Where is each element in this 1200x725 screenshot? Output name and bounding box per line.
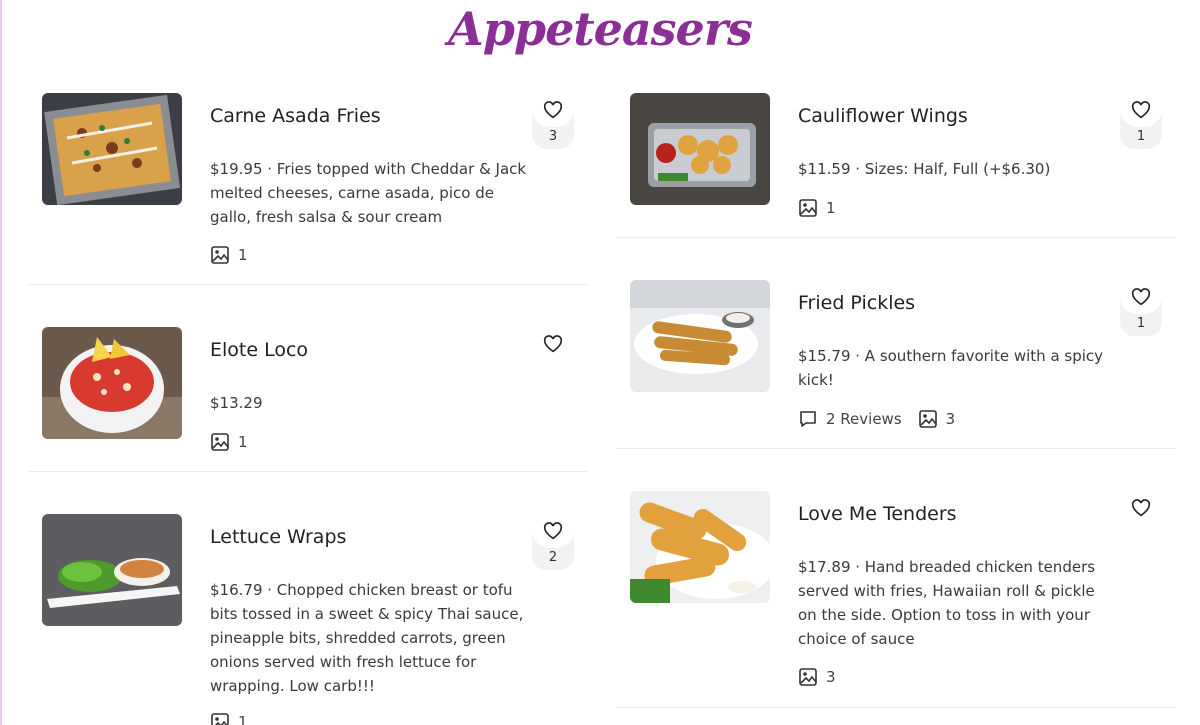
item-meta: 1 — [210, 712, 248, 725]
card-divider — [616, 237, 1176, 238]
item-photo[interactable] — [42, 514, 182, 626]
item-meta: 1 — [210, 245, 248, 265]
favorite-button[interactable] — [532, 327, 574, 361]
photo-count[interactable]: 1 — [210, 712, 248, 725]
image-icon — [799, 668, 817, 686]
item-name[interactable]: Love Me Tenders — [798, 503, 957, 525]
item-meta: 1 — [798, 198, 836, 218]
photo-count-value: 3 — [826, 668, 836, 686]
image-icon — [211, 713, 229, 725]
favorite-count: 1 — [1136, 129, 1146, 144]
menu-item-card[interactable]: Elote Loco $13.29 1 — [28, 327, 588, 472]
menu-item-card[interactable]: Carne Asada Fries $19.95 · Fries topped … — [28, 93, 588, 285]
item-meta: 2 Reviews 3 — [798, 409, 955, 429]
menu-item-card[interactable]: Cauliflower Wings $11.59 · Sizes: Half, … — [616, 93, 1176, 238]
menu-item-card[interactable]: Lettuce Wraps $16.79 · Chopped chicken b… — [28, 514, 588, 725]
item-description: $17.89 · Hand breaded chicken tenders se… — [798, 558, 1096, 648]
item-description: $15.79 · A southern favorite with a spic… — [798, 347, 1104, 389]
photo-count-value: 1 — [826, 199, 836, 217]
item-meta: 3 — [798, 667, 836, 687]
photo-count[interactable]: 3 — [798, 667, 836, 687]
heart-icon — [543, 101, 563, 119]
photo-count[interactable]: 1 — [210, 432, 248, 452]
menu-item-card[interactable]: Fried Pickles $15.79 · A southern favori… — [616, 280, 1176, 449]
image-icon — [211, 246, 229, 264]
photo-count-value: 1 — [238, 713, 248, 725]
item-name[interactable]: Lettuce Wraps — [210, 526, 346, 548]
item-description: $16.79 · Chopped chicken breast or tofu … — [210, 581, 524, 695]
card-divider — [28, 284, 588, 285]
left-border — [0, 0, 2, 725]
photo-count[interactable]: 1 — [798, 198, 836, 218]
item-photo[interactable] — [630, 491, 770, 603]
comment-icon — [800, 411, 816, 427]
item-photo[interactable] — [630, 93, 770, 205]
card-divider — [28, 471, 588, 472]
photo-count[interactable]: 3 — [918, 409, 956, 429]
page-title: Appeteasers — [448, 2, 753, 56]
photo-count-value: 3 — [945, 410, 956, 428]
item-description: $19.95 · Fries topped with Cheddar & Jac… — [210, 160, 527, 226]
review-count[interactable]: 2 Reviews — [798, 409, 902, 429]
item-description: $11.59 · Sizes: Half, Full (+$6.30) — [798, 160, 1051, 178]
item-photo[interactable] — [42, 93, 182, 205]
item-meta: 1 — [210, 432, 248, 452]
item-name[interactable]: Cauliflower Wings — [798, 105, 968, 127]
item-description: $13.29 — [210, 394, 263, 412]
photo-count-value: 1 — [238, 433, 248, 451]
item-name[interactable]: Elote Loco — [210, 339, 308, 361]
image-icon — [799, 199, 817, 217]
card-divider — [616, 448, 1176, 449]
image-icon — [918, 410, 937, 428]
heart-icon — [1131, 499, 1151, 517]
heart-icon — [1131, 288, 1151, 306]
favorite-button[interactable]: 1 — [1120, 93, 1162, 149]
menu-item-card[interactable]: Love Me Tenders $17.89 · Hand breaded ch… — [616, 491, 1176, 708]
favorite-count: 2 — [548, 550, 558, 565]
photo-count-value: 1 — [238, 246, 248, 264]
item-name[interactable]: Carne Asada Fries — [210, 105, 381, 127]
item-photo[interactable] — [42, 327, 182, 439]
item-name[interactable]: Fried Pickles — [798, 292, 915, 314]
item-photo[interactable] — [630, 280, 770, 392]
heart-icon — [1131, 101, 1151, 119]
card-divider — [616, 707, 1176, 708]
favorite-button[interactable] — [1120, 491, 1162, 525]
heart-icon — [543, 335, 563, 353]
favorite-button[interactable]: 1 — [1120, 280, 1162, 336]
photo-count[interactable]: 1 — [210, 245, 248, 265]
review-count-value: 2 Reviews — [826, 410, 902, 428]
heart-icon — [543, 522, 563, 540]
favorite-count: 1 — [1136, 316, 1146, 331]
image-icon — [211, 433, 229, 451]
favorite-button[interactable]: 3 — [532, 93, 574, 149]
favorite-button[interactable]: 2 — [532, 514, 574, 570]
favorite-count: 3 — [548, 129, 558, 144]
